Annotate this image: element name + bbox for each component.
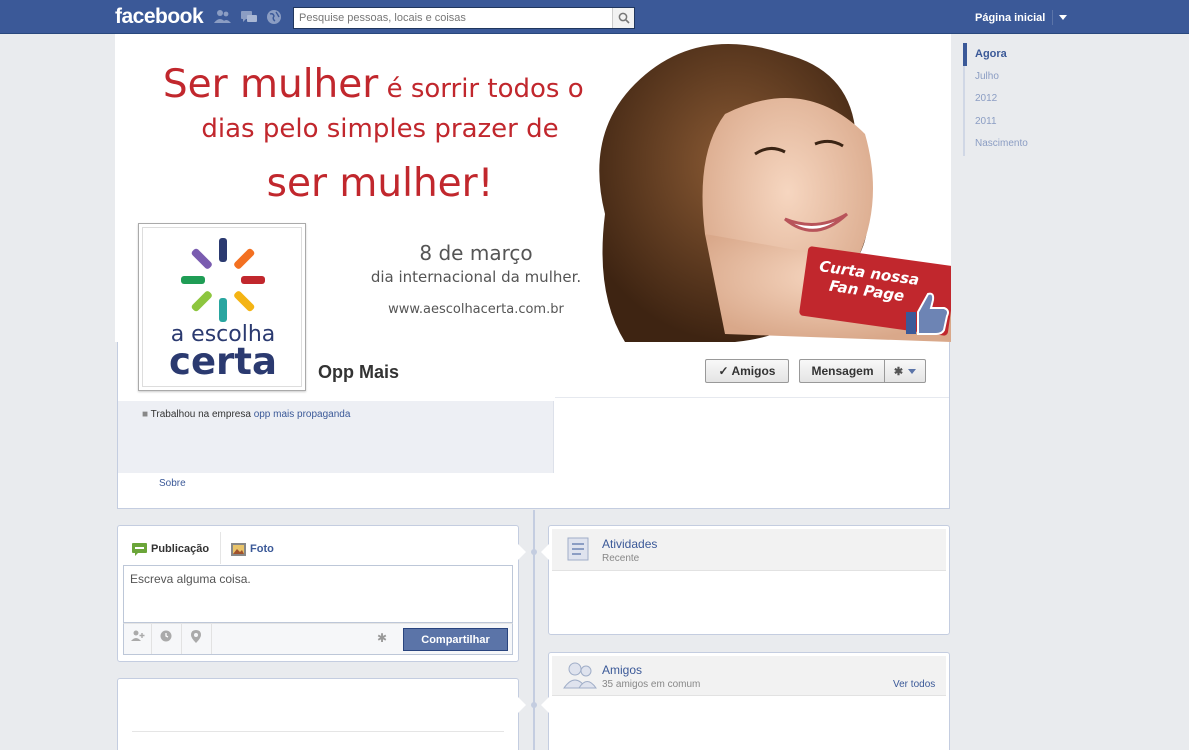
hands-logo-icon [181, 238, 265, 322]
timeline-item-2011[interactable]: 2011 [963, 110, 1083, 133]
photo-icon [231, 542, 246, 556]
cover-date: 8 de março [419, 241, 533, 265]
activity-subtitle: Recente [602, 553, 640, 564]
profile-logo: a escolha certa [142, 227, 302, 387]
timeline-spine [533, 510, 535, 750]
work-company-link[interactable]: opp mais propaganda [254, 409, 351, 420]
about-link[interactable]: Sobre [159, 478, 186, 489]
cover-occasion: dia internacional da mulher. [370, 268, 582, 286]
thumbs-up-icon [906, 292, 949, 335]
friends-button[interactable]: ✓ Amigos [705, 359, 789, 383]
friends-icon[interactable] [214, 9, 232, 25]
compose-field [123, 565, 513, 623]
story-divider [132, 731, 504, 732]
activity-title[interactable]: Atividades [602, 537, 657, 551]
chevron-down-icon[interactable] [1059, 15, 1067, 20]
work-info: ■ Trabalhou na empresa opp mais propagan… [142, 409, 350, 420]
composer-pointer [518, 544, 526, 560]
timeline-item-now[interactable]: Agora [963, 43, 1083, 66]
timeline-item-birth[interactable]: Nascimento [963, 133, 1083, 156]
timeline-dot [531, 702, 537, 708]
toolbar-divider [151, 624, 152, 654]
friends-subtitle: 35 amigos em comum [602, 679, 701, 690]
toolbar-divider [181, 624, 182, 654]
notifications-globe-icon[interactable] [265, 9, 283, 25]
tab-photo[interactable]: Foto [231, 539, 274, 559]
location-pin-icon[interactable] [188, 630, 204, 646]
work-prefix: Trabalhou na empresa [150, 409, 254, 420]
timeline-dot [531, 549, 537, 555]
cover-url: www.aescolhacerta.com.br [388, 302, 564, 317]
message-button[interactable]: Mensagem [799, 359, 885, 383]
cover-headline-emphasis: Ser mulher [162, 62, 379, 107]
profile-picture[interactable]: a escolha certa [138, 223, 306, 391]
facebook-logo[interactable]: facebook [115, 5, 204, 29]
share-button[interactable]: Compartilhar [403, 628, 508, 651]
search-input[interactable] [294, 8, 610, 28]
timeline-item-2012[interactable]: 2012 [963, 88, 1083, 111]
activity-pointer [541, 544, 549, 560]
toolbar-divider [211, 624, 212, 654]
activity-list-icon [567, 537, 589, 561]
cover-headline-line1: Ser mulher é sorrir todos os [155, 62, 605, 107]
search-icon [618, 12, 630, 24]
tab-post-label: Publicação [151, 543, 210, 555]
settings-dropdown-button[interactable]: ✱ [884, 359, 926, 383]
audience-gear-icon[interactable]: ✱ [374, 630, 390, 646]
messages-icon[interactable] [240, 9, 258, 25]
timeline-item-july[interactable]: Julho [963, 65, 1083, 88]
briefcase-icon: ■ [142, 409, 149, 420]
story-pointer [518, 697, 526, 713]
friends-pointer [541, 697, 549, 713]
logo-text-line2: certa [169, 340, 277, 383]
profile-name[interactable]: Opp Mais [318, 362, 399, 383]
profile-info-right [555, 397, 949, 507]
clock-icon[interactable] [158, 630, 174, 646]
tab-post[interactable]: Publicação [132, 539, 209, 559]
chevron-down-icon [908, 368, 917, 374]
tag-friends-icon[interactable] [130, 630, 146, 646]
tab-divider [220, 532, 221, 564]
cover-headline-rest: é sorrir todos os [378, 74, 598, 104]
search-button[interactable] [612, 8, 634, 28]
home-link[interactable]: Página inicial [975, 12, 1045, 24]
cover-headline-line3: ser mulher! [266, 161, 494, 206]
tab-photo-label: Foto [250, 543, 274, 555]
friends-title[interactable]: Amigos [602, 663, 642, 677]
search-box [293, 7, 635, 29]
friends-people-icon [563, 662, 597, 689]
compose-input[interactable] [124, 566, 512, 622]
friends-see-all-link[interactable]: Ver todos [893, 679, 935, 690]
status-bubble-icon [132, 542, 147, 556]
timeline-year-nav: Agora Julho 2012 2011 Nascimento [963, 43, 1083, 156]
timeline-story-box [117, 678, 519, 750]
gear-icon: ✱ [893, 365, 904, 378]
cover-headline-line2: dias pelo simples prazer de [201, 114, 559, 144]
nav-divider [1052, 10, 1053, 25]
